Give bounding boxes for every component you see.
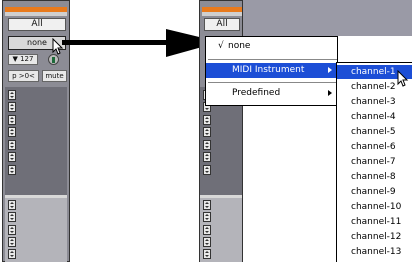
menu-item-midi-instrument[interactable]: MIDI Instrument (206, 63, 337, 78)
stepper-arrows-icon[interactable] (8, 152, 16, 162)
checkmark-icon: √ (218, 41, 224, 51)
menu-item-midi-instrument-label: MIDI Instrument (232, 65, 305, 75)
stepper-arrows-icon[interactable] (8, 212, 16, 222)
pan-control[interactable]: p >0< (8, 70, 39, 82)
stepper-arrows-icon[interactable] (203, 237, 211, 247)
menu-item-predefined-label: Predefined (232, 88, 281, 98)
submenu-item-channel-13[interactable]: channel-13 (337, 245, 412, 259)
all-button[interactable]: All (8, 18, 66, 31)
stepper-arrows-icon[interactable] (8, 127, 16, 137)
stepper-arrows-icon[interactable] (8, 237, 16, 247)
submenu-item-channel-8[interactable]: channel-8 (337, 170, 412, 184)
stepper-arrows-icon[interactable] (203, 249, 211, 259)
stepper-arrows-icon[interactable] (8, 90, 16, 100)
stepper-arrows-icon[interactable] (8, 102, 16, 112)
stepper-arrows-icon[interactable] (8, 249, 16, 259)
stepper-arrows-icon[interactable] (8, 200, 16, 210)
submenu-arrow-icon (328, 90, 332, 96)
pointer-cursor-icon (397, 70, 409, 87)
menu-item-none[interactable]: √ none (206, 39, 337, 55)
strip-bevel (202, 12, 242, 16)
submenu-item-channel-11[interactable]: channel-11 (337, 215, 412, 229)
stepper-arrows-icon[interactable] (203, 225, 211, 235)
stepper-arrows-icon[interactable] (203, 115, 211, 125)
submenu-item-channel-12[interactable]: channel-12 (337, 230, 412, 244)
stepper-arrows-icon[interactable] (203, 165, 211, 175)
mute-button[interactable]: mute (42, 70, 67, 82)
callout-arrow-icon (62, 29, 220, 57)
menu-separator (208, 59, 337, 60)
stepper-arrows-icon[interactable] (203, 127, 211, 137)
stepper-arrows-icon[interactable] (203, 212, 211, 222)
stepper-arrows-icon[interactable] (203, 152, 211, 162)
submenu-item-channel-3[interactable]: channel-3 (337, 95, 412, 109)
menu-item-none-label: none (228, 41, 251, 51)
submenu-item-channel-5[interactable]: channel-5 (337, 125, 412, 139)
menu-item-predefined[interactable]: Predefined (206, 86, 337, 101)
stepper-arrows-icon[interactable] (203, 200, 211, 210)
all-button[interactable]: All (204, 18, 240, 31)
output-menu: √ none MIDI Instrument Predefined (205, 36, 338, 106)
knob-dial (52, 57, 55, 63)
stepper-arrows-icon[interactable] (8, 225, 16, 235)
strip-bevel (5, 12, 67, 16)
submenu-item-channel-6[interactable]: channel-6 (337, 140, 412, 154)
stepper-arrows-icon[interactable] (8, 140, 16, 150)
insert-slots-lower (5, 198, 67, 262)
stepper-arrows-icon[interactable] (8, 115, 16, 125)
volume-display[interactable]: ▼ 127 (8, 54, 38, 65)
channel-submenu: channel-1 channel-2 channel-3 channel-4 … (336, 62, 412, 262)
stepper-arrows-icon[interactable] (8, 165, 16, 175)
mixer-background (243, 0, 412, 36)
submenu-arrow-icon (328, 67, 332, 73)
stepper-arrows-icon[interactable] (203, 140, 211, 150)
submenu-item-channel-4[interactable]: channel-4 (337, 110, 412, 124)
insert-slots-upper (5, 87, 67, 195)
submenu-item-channel-10[interactable]: channel-10 (337, 200, 412, 214)
submenu-item-channel-9[interactable]: channel-9 (337, 185, 412, 199)
insert-slots-lower (200, 198, 242, 262)
menu-separator (208, 82, 337, 83)
submenu-item-channel-7[interactable]: channel-7 (337, 155, 412, 169)
